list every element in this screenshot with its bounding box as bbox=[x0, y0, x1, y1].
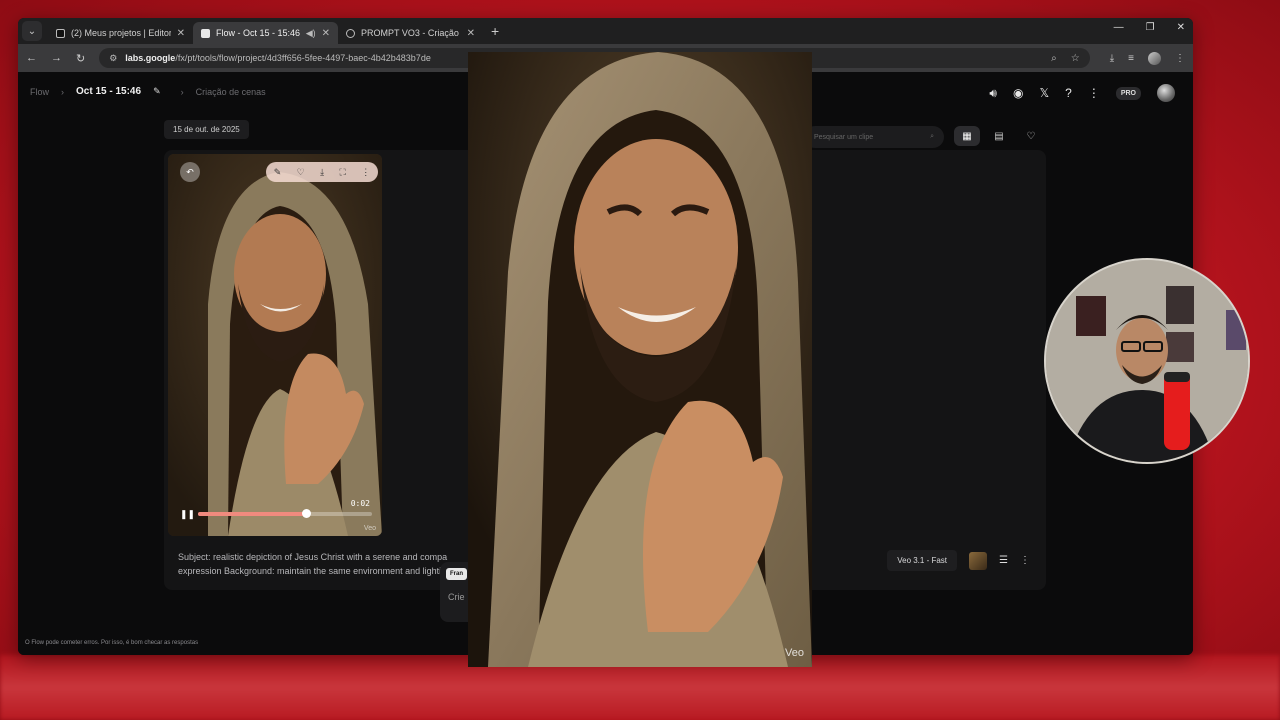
edit-pencil-icon[interactable]: ✎ bbox=[274, 167, 282, 178]
model-selector[interactable]: Veo 3.1 - Fast bbox=[887, 550, 958, 571]
chevron-right-icon: › bbox=[180, 86, 184, 97]
tab-flow[interactable]: Flow - Oct 15 - 15:46 ◀) ✕ bbox=[193, 22, 338, 44]
page-icon bbox=[201, 28, 210, 38]
back-icon[interactable]: ← bbox=[26, 52, 37, 64]
more-menu-icon[interactable]: ⋮ bbox=[1175, 53, 1185, 64]
breadcrumb-scene[interactable]: Criação de cenas bbox=[196, 87, 266, 97]
close-icon[interactable]: ✕ bbox=[322, 28, 330, 39]
more-menu-icon[interactable]: ⋮ bbox=[1020, 555, 1030, 566]
tab-bar: ⌄ (2) Meus projetos | Editor de ✕ Flow -… bbox=[18, 18, 1193, 44]
minimize-icon[interactable]: — bbox=[1114, 22, 1124, 33]
tab-search-button[interactable]: ⌄ bbox=[22, 21, 42, 41]
edit-pencil-icon[interactable]: ✎ bbox=[153, 86, 161, 97]
preview-portrait-image bbox=[468, 52, 812, 667]
date-chip: 15 de out. de 2025 bbox=[164, 120, 249, 139]
search-clip-input[interactable]: Pesquisar um clipe ⌕ bbox=[804, 126, 944, 148]
speaker-icon[interactable]: ◀) bbox=[306, 28, 316, 39]
search-placeholder: Pesquisar um clipe bbox=[814, 133, 874, 141]
new-tab-button[interactable]: + bbox=[491, 23, 499, 39]
favorite-heart-icon[interactable]: ♡ bbox=[297, 167, 305, 178]
webcam-person-image bbox=[1046, 260, 1248, 462]
clip-toolbar: ✎ ♡ ⤓ ⛶ ⋮ bbox=[266, 162, 378, 182]
grid-view-icon[interactable]: ▦ bbox=[954, 126, 980, 146]
breadcrumb-flow[interactable]: Flow bbox=[30, 87, 49, 97]
close-icon[interactable]: ✕ bbox=[177, 28, 185, 39]
tab-title: (2) Meus projetos | Editor de bbox=[71, 28, 171, 38]
fullscreen-icon[interactable]: ⛶ bbox=[340, 167, 346, 178]
veo-watermark: Veo bbox=[363, 525, 376, 532]
tab-title: Flow - Oct 15 - 15:46 bbox=[216, 28, 300, 38]
zoom-icon[interactable]: ⌕ bbox=[1051, 53, 1057, 64]
model-row: Veo 3.1 - Fast ☰ ⋮ bbox=[887, 550, 1030, 571]
pause-icon[interactable]: ❚❚ bbox=[180, 509, 195, 520]
download-icon[interactable]: ⤓ bbox=[320, 167, 324, 178]
veo-watermark: Veo bbox=[785, 647, 804, 659]
url-path: /fx/pt/tools/flow/project/4d3ff656-5fee-… bbox=[175, 53, 431, 63]
clip-time: 0:02 bbox=[350, 499, 370, 508]
back-icon[interactable]: ↶ bbox=[180, 162, 200, 182]
tab-prompt[interactable]: PROMPT VO3 - Criação de víde ✕ bbox=[338, 22, 483, 44]
clip-prompt-text: Subject: realistic depiction of Jesus Ch… bbox=[178, 552, 448, 576]
bookmark-star-icon[interactable]: ☆ bbox=[1071, 53, 1080, 64]
restore-icon[interactable]: ❐ bbox=[1146, 22, 1155, 33]
breadcrumb: Flow › Oct 15 - 15:46 ✎ › Criação de cen… bbox=[30, 86, 266, 97]
x-twitter-icon[interactable]: 𝕏 bbox=[1039, 86, 1049, 100]
favorites-heart-icon[interactable]: ♡ bbox=[1018, 126, 1044, 146]
forward-icon[interactable]: → bbox=[51, 52, 62, 64]
clip-progress-bar[interactable] bbox=[198, 509, 372, 518]
reference-thumbnail[interactable] bbox=[969, 551, 988, 570]
close-icon[interactable]: ✕ bbox=[467, 28, 475, 39]
close-window-icon[interactable]: ✕ bbox=[1177, 22, 1185, 33]
more-menu-icon[interactable]: ⋮ bbox=[361, 167, 370, 178]
discord-icon[interactable]: ◉ bbox=[1013, 86, 1023, 100]
site-info-icon[interactable]: ⚙ bbox=[109, 53, 117, 64]
top-toolbar: 🔊︎ ◉ 𝕏 ? ⋮ PRO bbox=[989, 84, 1175, 102]
more-menu-icon[interactable]: ⋮ bbox=[1088, 86, 1100, 100]
composer-input[interactable]: Crie bbox=[448, 592, 465, 602]
user-avatar[interactable] bbox=[1157, 84, 1175, 102]
search-icon: ⌕ bbox=[930, 133, 934, 140]
clip-thumbnail[interactable]: ↶ ✎ ♡ ⤓ ⛶ ⋮ 0:02 ❚❚ Veo bbox=[168, 154, 382, 536]
tab-capcut[interactable]: (2) Meus projetos | Editor de ✕ bbox=[48, 22, 193, 44]
mode-chip[interactable]: Fran bbox=[446, 568, 468, 580]
globe-icon bbox=[346, 28, 355, 38]
clip-portrait-image bbox=[168, 154, 382, 536]
media-control-icon[interactable]: ≡ bbox=[1128, 53, 1134, 64]
chevron-right-icon: › bbox=[61, 86, 65, 97]
url-host: labs.google bbox=[125, 53, 176, 63]
video-preview-overlay: Veo bbox=[468, 52, 812, 667]
tab-title: PROMPT VO3 - Criação de víde bbox=[361, 28, 461, 38]
pro-badge: PRO bbox=[1115, 86, 1141, 100]
clip-progress-fill bbox=[198, 512, 306, 516]
help-icon[interactable]: ? bbox=[1065, 86, 1072, 100]
view-toggle: ▦ ▤ ♡ bbox=[954, 126, 1044, 146]
profile-avatar[interactable] bbox=[1148, 51, 1161, 65]
clip-progress-knob[interactable] bbox=[301, 509, 311, 518]
breadcrumb-project[interactable]: Oct 15 - 15:46 bbox=[76, 86, 141, 97]
window-controls: — ❐ ✕ bbox=[1114, 22, 1185, 33]
download-icon[interactable]: ⤓ bbox=[1110, 53, 1114, 64]
table-view-icon[interactable]: ▤ bbox=[986, 126, 1012, 146]
reload-icon[interactable]: ↻ bbox=[76, 52, 85, 65]
capcut-icon bbox=[56, 28, 65, 38]
settings-sliders-icon[interactable]: ☰ bbox=[999, 555, 1008, 566]
volume-icon[interactable]: 🔊︎ bbox=[989, 86, 997, 101]
webcam-overlay bbox=[1044, 258, 1250, 464]
disclaimer-text: O Flow pode cometer erros. Por isso, é b… bbox=[25, 640, 199, 646]
